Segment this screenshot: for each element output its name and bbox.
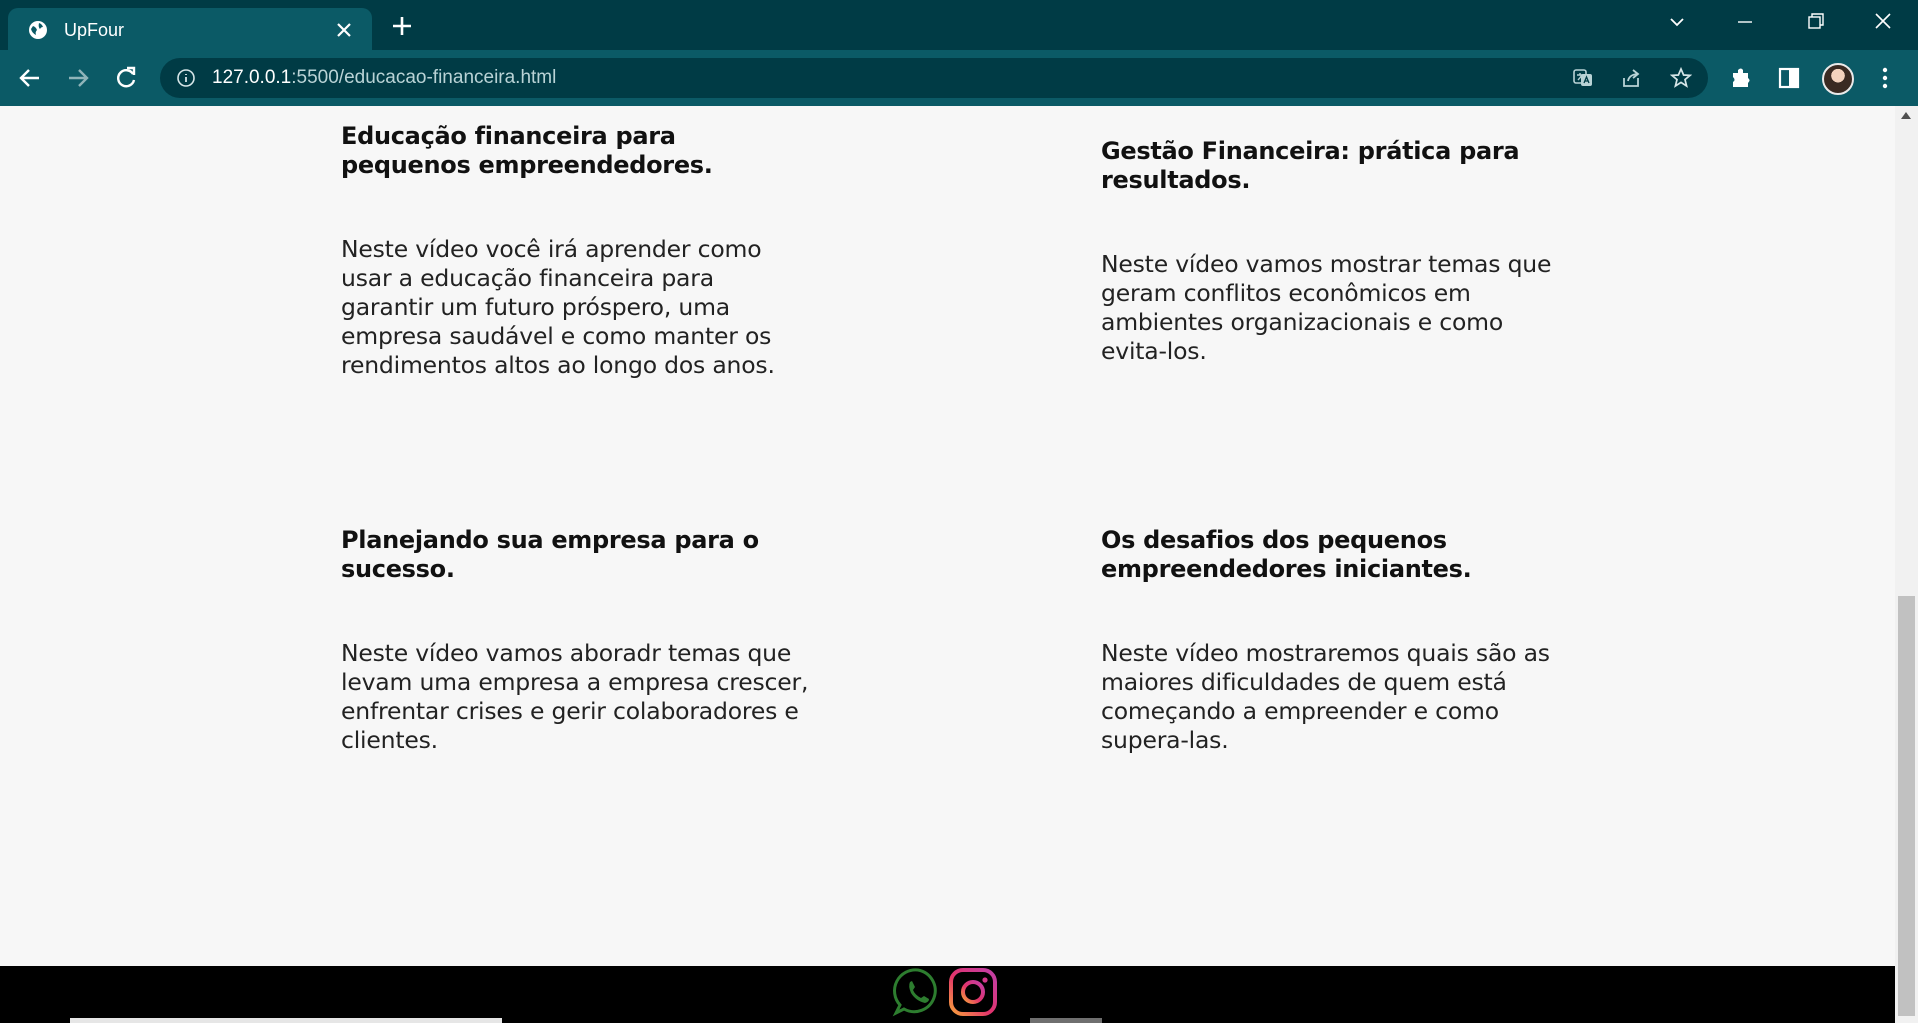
- video-card-title: Os desafios dos pequenos empreendedores …: [1101, 526, 1472, 583]
- whatsapp-icon[interactable]: [892, 966, 944, 1018]
- video-card-description: Neste vídeo vamos aboradr temas que leva…: [341, 639, 809, 754]
- close-window-icon[interactable]: [1868, 10, 1898, 34]
- browser-tab[interactable]: UpFour: [8, 8, 372, 50]
- scroll-up-arrow-icon[interactable]: [1901, 112, 1911, 119]
- video-card-title: Planejando sua empresa para o sucesso.: [341, 526, 759, 583]
- browser-toolbar: 127.0.0.1:5500/educacao-financeira.html: [0, 50, 1918, 106]
- video-card-description: Neste vídeo mostraremos quais são as mai…: [1101, 639, 1550, 754]
- horizontal-scrollbar-marker: [1030, 1018, 1102, 1023]
- browser-tab-strip: UpFour: [0, 0, 1918, 50]
- new-tab-icon[interactable]: [390, 14, 414, 38]
- horizontal-scrollbar-thumb[interactable]: [70, 1018, 502, 1023]
- profile-avatar[interactable]: [1822, 63, 1854, 95]
- video-card-description: Neste vídeo vamos mostrar temas que gera…: [1101, 250, 1552, 365]
- globe-icon: [29, 21, 47, 39]
- video-card: Planejando sua empresa para o sucesso. N…: [341, 526, 811, 755]
- video-card: Os desafios dos pequenos empreendedores …: [1101, 526, 1571, 755]
- info-icon[interactable]: [176, 68, 196, 88]
- page-viewport: Educação financeira para pequenos empree…: [0, 106, 1895, 966]
- url-text[interactable]: 127.0.0.1:5500/educacao-financeira.html: [212, 67, 556, 89]
- translate-icon[interactable]: [1572, 67, 1594, 89]
- star-icon[interactable]: [1670, 67, 1692, 89]
- instagram-icon[interactable]: [947, 966, 999, 1018]
- video-card-description: Neste vídeo você irá aprender como usar …: [341, 235, 775, 379]
- tab-search-icon[interactable]: [1662, 10, 1692, 34]
- reload-icon[interactable]: [112, 64, 140, 92]
- video-card-title: Educação financeira para pequenos empree…: [341, 122, 713, 179]
- side-panel-icon[interactable]: [1776, 65, 1802, 91]
- minimize-icon[interactable]: [1730, 10, 1760, 34]
- back-arrow-icon[interactable]: [16, 64, 44, 92]
- video-card-title: Gestão Financeira: prática para resultad…: [1101, 137, 1520, 194]
- restore-icon[interactable]: [1800, 10, 1830, 34]
- share-icon[interactable]: [1620, 67, 1642, 89]
- url-host: 127.0.0.1: [212, 67, 292, 88]
- forward-arrow-icon[interactable]: [64, 64, 92, 92]
- url-path: :5500/educacao-financeira.html: [291, 67, 557, 88]
- vertical-scrollbar[interactable]: [1895, 106, 1918, 1023]
- video-card: Educação financeira para pequenos empree…: [341, 122, 811, 380]
- tab-title: UpFour: [64, 20, 125, 40]
- more-menu-icon[interactable]: [1872, 65, 1898, 91]
- vertical-scrollbar-thumb[interactable]: [1898, 596, 1915, 1016]
- address-bar[interactable]: 127.0.0.1:5500/educacao-financeira.html: [160, 58, 1708, 98]
- extensions-puzzle-icon[interactable]: [1728, 65, 1754, 91]
- video-card: Gestão Financeira: prática para resultad…: [1101, 137, 1571, 366]
- page-footer: [0, 966, 1895, 1023]
- close-tab-icon[interactable]: [334, 20, 354, 40]
